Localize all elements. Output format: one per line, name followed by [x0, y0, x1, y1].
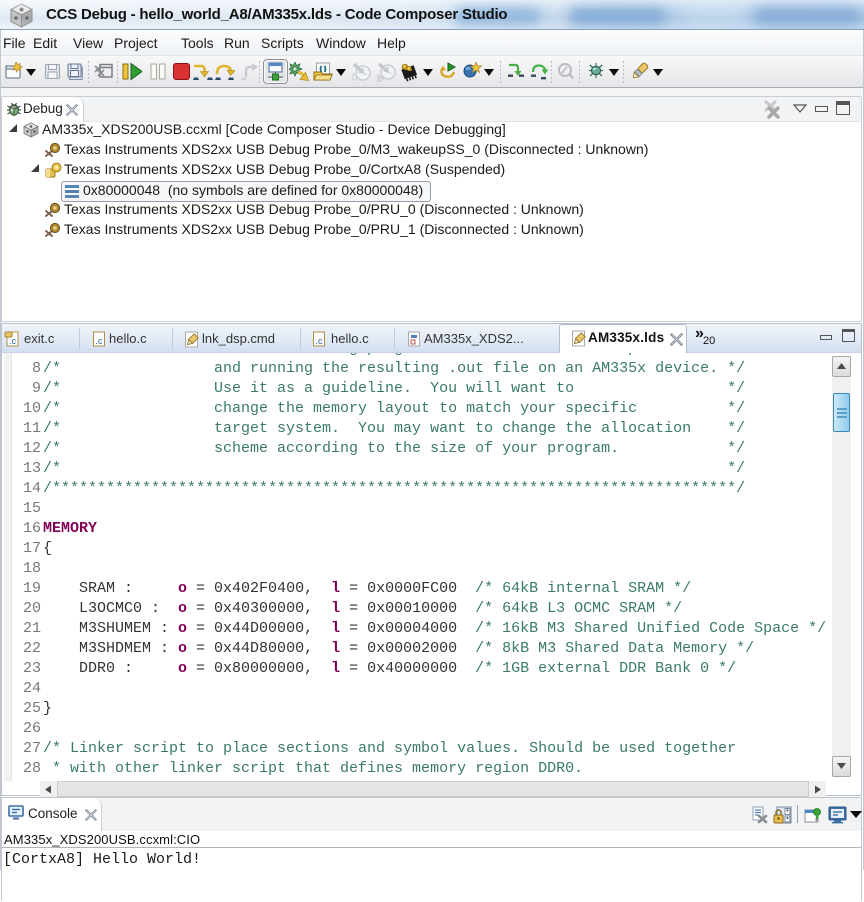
svg-text:.c: .c — [9, 336, 17, 346]
svg-text:.c: .c — [316, 336, 324, 346]
svg-text:.c: .c — [96, 336, 104, 346]
